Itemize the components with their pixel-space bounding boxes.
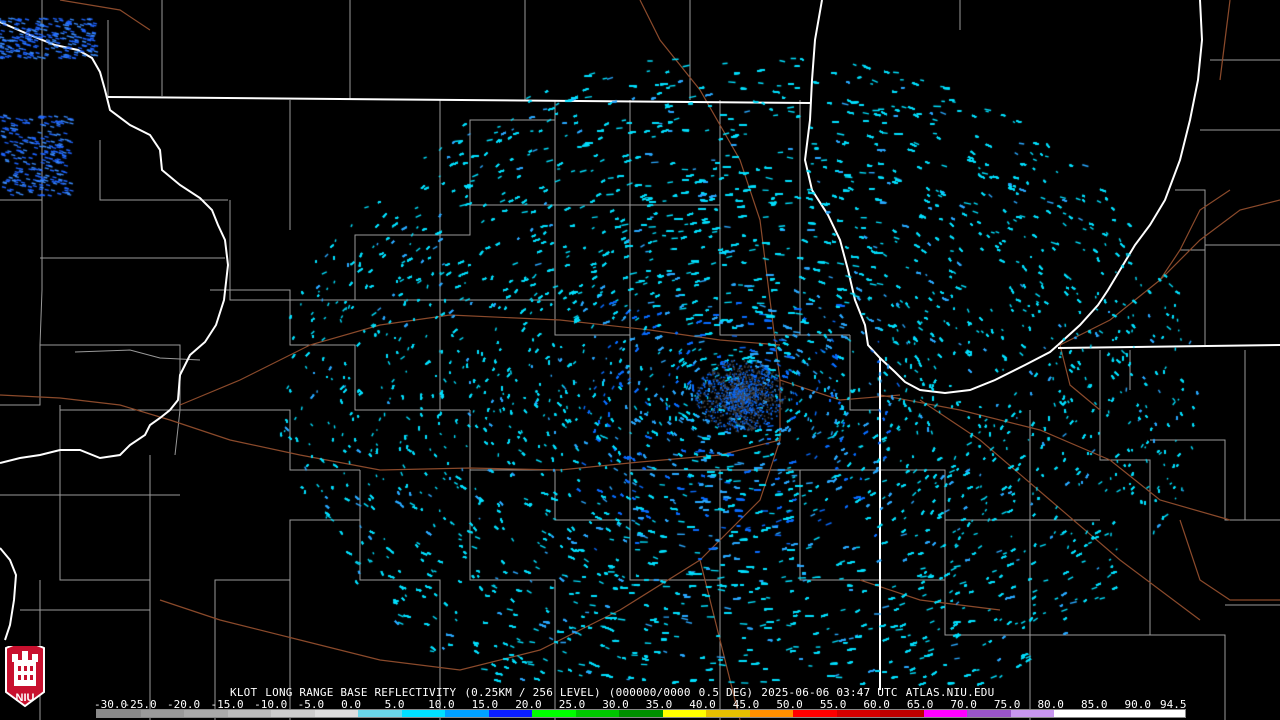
legend-color-segment xyxy=(401,710,446,717)
legend-color-segment xyxy=(488,710,533,717)
niu-logo-text: NIU xyxy=(16,692,35,704)
legend-color-segment xyxy=(880,710,924,717)
radar-reflectivity-echoes xyxy=(0,0,1280,720)
legend-color-segment xyxy=(619,710,663,717)
niu-logo: NIU xyxy=(5,646,45,708)
legend-color-segment xyxy=(271,710,315,717)
legend-color-segment xyxy=(97,710,141,717)
color-legend-bar xyxy=(96,709,1186,718)
legend-color-segment xyxy=(1054,710,1098,717)
legend-color-segment xyxy=(967,710,1011,717)
legend-color-segment xyxy=(1010,710,1055,717)
legend-color-segment xyxy=(532,710,576,717)
legend-color-segment xyxy=(923,710,968,717)
legend-color-segment xyxy=(184,710,228,717)
legend-color-segment xyxy=(749,710,794,717)
legend-color-segment xyxy=(140,710,185,717)
legend-color-segment xyxy=(445,710,489,717)
legend-color-segment xyxy=(662,710,707,717)
radar-map: KLOT LONG RANGE BASE REFLECTIVITY (0.25KM … xyxy=(0,0,1280,720)
legend-color-segment xyxy=(706,710,750,717)
legend-color-segment xyxy=(314,710,359,717)
legend-color-segment xyxy=(227,710,272,717)
legend-color-segment xyxy=(793,710,837,717)
legend-color-segment xyxy=(836,710,881,717)
legend-color-segment xyxy=(1141,710,1185,717)
legend-color-segment xyxy=(575,710,620,717)
legend-color-segment xyxy=(1097,710,1142,717)
legend-color-segment xyxy=(358,710,402,717)
